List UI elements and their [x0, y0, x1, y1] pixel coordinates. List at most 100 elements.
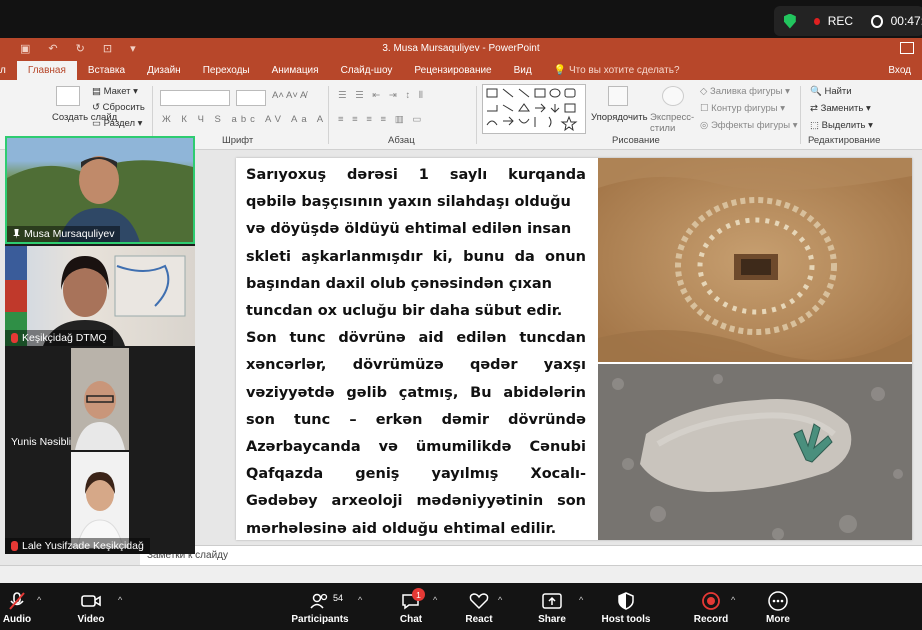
participants-options-caret[interactable]: ^ [358, 595, 362, 605]
slide-text-word: bunu [463, 248, 505, 265]
audio-label: Audio [2, 614, 32, 625]
participant-tile[interactable]: Keşikçidağ DTMQ [5, 246, 195, 346]
notes-pane[interactable]: Заметки к слайду [140, 545, 922, 565]
tab-transitions[interactable]: Переходы [192, 65, 261, 80]
arrange-icon[interactable] [608, 86, 628, 106]
quick-styles-icon[interactable] [662, 86, 684, 106]
participant-tile-group[interactable]: Yunis Nəsibli Lale Yusifzade Keşikçidağ [5, 348, 195, 554]
tab-home[interactable]: Главная [16, 61, 77, 80]
slide-text-line: son tunc – erkən dəmir dövründə [246, 407, 586, 434]
shield-icon [618, 592, 634, 610]
new-slide-icon[interactable] [56, 86, 80, 106]
font-format-icons[interactable]: Ж К Ч S abc AV Aa A [162, 114, 327, 125]
window-title: 3. Musa Mursaquliyev - PowerPoint [382, 43, 540, 54]
slide-text-word: yayılmış [431, 466, 499, 483]
share-label: Share [538, 614, 566, 625]
video-button[interactable]: Video [74, 583, 108, 630]
chat-options-caret[interactable]: ^ [433, 595, 437, 605]
paragraph-list-icons[interactable]: ☰ ☰ ⇤ ⇥ ↕ ⫴ [338, 90, 426, 101]
slide-text-word: Qafqazda [246, 466, 324, 483]
share-screen-icon [542, 593, 562, 609]
section-button[interactable]: ▭ Раздел ▾ [92, 118, 142, 129]
participant-tile-active-speaker[interactable]: Musa Mursaquliyev [5, 136, 195, 244]
login-link[interactable]: Вход [877, 65, 922, 80]
slide-text-word: çatmış, [398, 384, 459, 401]
recording-status[interactable]: REC 00:47: [774, 6, 922, 36]
tab-animations[interactable]: Анимация [261, 65, 330, 80]
slide-text-line: başından daxil olub çənəsindən çıxan [246, 271, 586, 298]
slide-text-word: mərhələsinə aid olduğu ehtimal edilir. [246, 520, 557, 537]
slide-text-line: Sarıyoxuş dərəsi 1 saylı kurqanda [246, 162, 586, 189]
replace-button[interactable]: ⇄ Заменить ▾ [810, 103, 871, 114]
meeting-controls: Audio ^ Video ^ Participants 54 ^ Chat 1… [0, 583, 922, 630]
slide-text-word: mədəniyyətinin [416, 493, 544, 510]
audio-button[interactable]: Audio [2, 583, 32, 630]
slide-text-word: edilən [456, 330, 507, 347]
tell-me-search[interactable]: 💡 Что вы хотите сделать? [543, 65, 691, 80]
tab-slideshow[interactable]: Слайд-шоу [330, 65, 404, 80]
tab-design[interactable]: Дизайн [136, 65, 192, 80]
ribbon-display-icon[interactable] [900, 42, 914, 54]
participants-icon [310, 593, 328, 609]
shapes-gallery[interactable] [482, 84, 586, 134]
react-button[interactable]: React [464, 583, 494, 630]
participant-name: Lale Yusifzade Keşikçidağ [22, 540, 144, 552]
layout-button[interactable]: ▤ Макет ▾ [92, 86, 138, 97]
current-slide[interactable]: Sarıyoxuş dərəsi 1 saylı kurqanda qəbilə başç… [236, 158, 912, 540]
font-size-grow-icons[interactable]: A˄ A˅ A̸ [272, 90, 306, 101]
more-button[interactable]: More [762, 583, 794, 630]
tab-view[interactable]: Вид [503, 65, 543, 80]
audio-options-caret[interactable]: ^ [37, 595, 41, 605]
share-options-caret[interactable]: ^ [579, 595, 583, 605]
slide-body-text[interactable]: Sarıyoxuş dərəsi 1 saylı kurqanda qəbilə başç… [246, 162, 586, 543]
slide-text-word: abidələrin [503, 384, 586, 401]
divider [328, 86, 329, 144]
slide-text-word: son [557, 493, 586, 510]
shape-fill-button[interactable]: ◇ Заливка фигуры ▾ [700, 86, 790, 97]
participant-video [71, 348, 129, 549]
more-ellipsis-icon [768, 591, 788, 611]
slide-text-line: Gədəbəy arxeoloji mədəniyyətinin son [246, 488, 586, 515]
tab-insert[interactable]: Вставка [77, 65, 136, 80]
video-options-caret[interactable]: ^ [118, 595, 122, 605]
tab-file[interactable]: л [0, 65, 17, 80]
reset-button[interactable]: ↺ Сбросить [92, 102, 145, 113]
arrange-button[interactable]: Упорядочить [591, 112, 648, 123]
font-name-field[interactable] [160, 90, 230, 106]
quick-styles-button[interactable]: Экспресс-стили [650, 112, 696, 134]
record-button[interactable]: Record [694, 583, 728, 630]
slide-text-word: kurqanda [508, 167, 586, 183]
slide-text-word: skleti [246, 248, 291, 265]
tab-review[interactable]: Рецензирование [403, 65, 502, 80]
chat-label: Chat [399, 614, 423, 625]
slide-text-word: qəbilə başçısının yaxın silahdaşı olduğu [246, 194, 571, 211]
slide-text-line: Qafqazda geniş yayılmış Xocalı- [246, 461, 586, 488]
ribbon-tabs: л Главная Вставка Дизайн Переходы Анимац… [0, 60, 922, 80]
paragraph-align-icons[interactable]: ≡ ≡ ≡ ≡ ▥ ▭ [338, 114, 424, 125]
share-button[interactable]: Share [537, 583, 567, 630]
slide-text-line: və döyüşdə öldüyü ehtimal edilən insan [246, 216, 586, 243]
slide-text-word: ki, [432, 248, 453, 265]
participant-gallery: Musa Mursaquliyev Keşikçidağ DTMQ Yunis … [5, 136, 195, 554]
shape-effects-button[interactable]: ◎ Эффекты фигуры ▾ [700, 120, 798, 131]
slide-text-word: Bu [470, 384, 492, 401]
select-button[interactable]: ⬚ Выделить ▾ [810, 120, 873, 131]
record-label: Record [693, 614, 729, 625]
slide-text-word: qədər [469, 357, 518, 374]
pin-icon [13, 229, 20, 239]
new-slide-button[interactable]: Создать слайд [52, 112, 117, 123]
shape-outline-button[interactable]: ☐ Контур фигуры ▾ [700, 103, 785, 114]
react-options-caret[interactable]: ^ [498, 595, 502, 605]
find-button[interactable]: 🔍 Найти [810, 86, 852, 97]
participants-label: Participants [291, 614, 349, 625]
host-tools-button[interactable]: Host tools [600, 583, 652, 630]
font-size-field[interactable] [236, 90, 266, 106]
slide-text-word: dövrünə [338, 330, 406, 347]
record-options-caret[interactable]: ^ [731, 595, 735, 605]
security-shield-icon [784, 13, 796, 29]
slide-text-word: Sarıyoxuş [246, 167, 327, 183]
participants-button[interactable]: Participants [290, 583, 350, 630]
group-editing-label: Редактирование [808, 135, 881, 146]
slide-text-word: dövründə [508, 411, 586, 428]
muted-mic-icon [11, 541, 18, 551]
